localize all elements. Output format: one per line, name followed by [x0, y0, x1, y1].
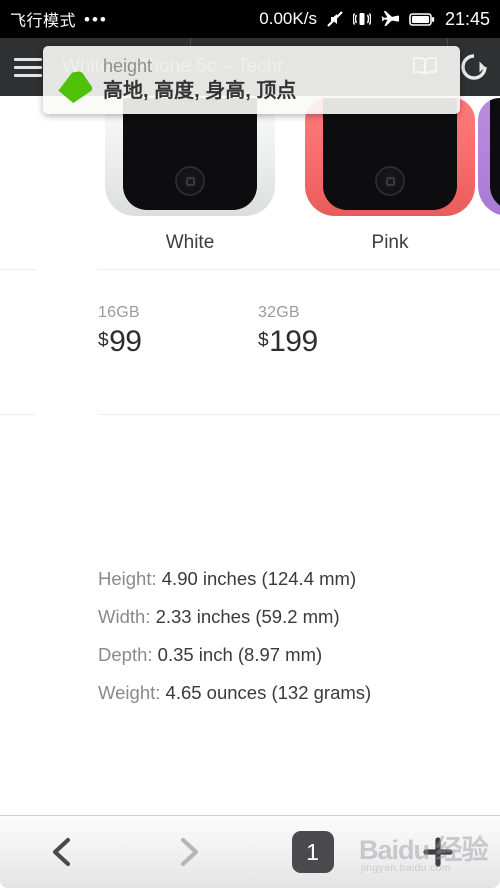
phone-image-pink[interactable] — [305, 98, 475, 216]
green-tag-icon — [54, 68, 93, 106]
price-value-16gb: $99 — [98, 325, 142, 359]
spec-row-depth: Depth: 0.35 inch (8.97 mm) — [98, 636, 371, 674]
spec-row-weight: Weight: 4.65 ounces (132 grams) — [98, 674, 371, 712]
back-button[interactable] — [20, 816, 106, 888]
tab-counter-button[interactable]: 1 — [270, 816, 356, 888]
status-dots: ••• — [84, 9, 108, 29]
spec-value: 4.65 ounces (132 grams) — [165, 682, 372, 703]
browser-bottom-nav: 1 — [0, 815, 500, 888]
phone-label-row: White Pink — [0, 216, 500, 272]
capacity-label-16gb: 16GB — [98, 304, 140, 321]
spec-key: Width: — [98, 606, 151, 627]
phone-image-white[interactable] — [105, 98, 275, 216]
price-block-16gb: 16GB $99 — [98, 304, 142, 359]
phone-screen: 飞行模式 ••• 0.00K/s 21:45 White – iPh — [0, 0, 500, 888]
price-amount: 199 — [269, 325, 318, 358]
status-bar: 飞行模式 ••• 0.00K/s 21:45 — [0, 0, 500, 38]
phone-image-purple[interactable] — [478, 98, 500, 216]
section-divider-bottom — [0, 414, 500, 415]
spec-row-height: Height: 4.90 inches (124.4 mm) — [98, 560, 371, 598]
currency-symbol: $ — [98, 330, 109, 351]
battery-icon — [409, 11, 435, 27]
price-amount: 99 — [109, 325, 142, 358]
spec-row-width: Width: 2.33 inches (59.2 mm) — [98, 598, 371, 636]
phone-label-white: White — [165, 232, 215, 253]
phone-label-pink: Pink — [371, 232, 409, 253]
price-value-32gb: $199 — [258, 325, 318, 359]
network-speed-label: 0.00K/s — [259, 9, 317, 28]
status-bar-left: 飞行模式 ••• — [10, 7, 108, 31]
specifications-list: Height: 4.90 inches (124.4 mm) Width: 2.… — [98, 560, 371, 712]
dictionary-definitions: 高地, 高度, 身高, 顶点 — [103, 79, 297, 102]
forward-button[interactable] — [145, 816, 231, 888]
status-bar-right: 0.00K/s 21:45 — [259, 9, 490, 30]
spec-value: 0.35 inch (8.97 mm) — [157, 644, 323, 665]
spec-value: 2.33 inches (59.2 mm) — [155, 606, 340, 627]
tab-count-badge: 1 — [291, 831, 334, 873]
mute-icon — [326, 10, 344, 28]
capacity-label-32gb: 32GB — [258, 304, 300, 321]
clock-label: 21:45 — [444, 8, 490, 29]
price-block-32gb: 32GB $199 — [258, 304, 318, 359]
spec-key: Height: — [98, 568, 157, 589]
webpage-content: White Pink 16GB $99 32GB $199 Height: 4.… — [0, 96, 500, 815]
dictionary-popup[interactable]: height 高地, 高度, 身高, 顶点 — [43, 46, 460, 114]
spec-key: Depth: — [98, 644, 153, 665]
vibrate-icon — [352, 10, 371, 28]
new-tab-button[interactable] — [395, 816, 481, 888]
currency-symbol: $ — [258, 330, 269, 351]
airplane-icon — [380, 10, 400, 28]
airplane-mode-label: 飞行模式 — [10, 13, 77, 30]
section-divider-top — [0, 269, 500, 270]
dictionary-word: height — [103, 55, 153, 76]
spec-value: 4.90 inches (124.4 mm) — [161, 568, 357, 589]
spec-key: Weight: — [98, 682, 161, 703]
dictionary-text: height 高地, 高度, 身高, 顶点 — [103, 55, 296, 104]
phone-image-row — [0, 96, 500, 216]
